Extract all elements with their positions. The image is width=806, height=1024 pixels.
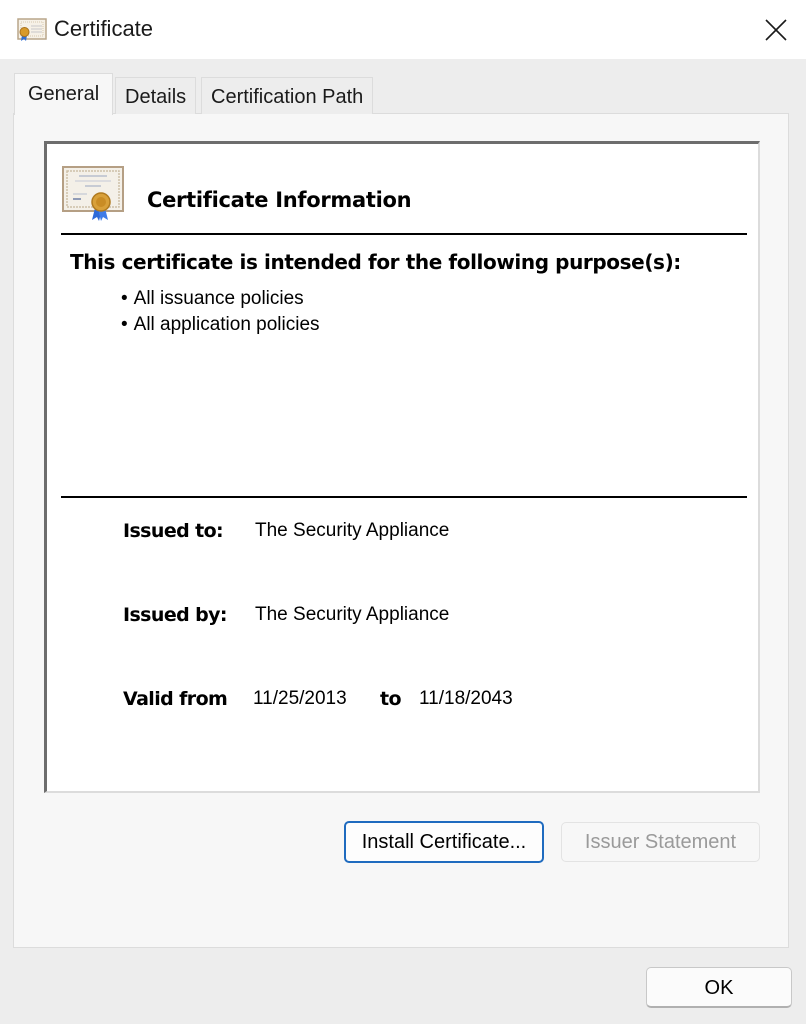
certificate-info-title: Certificate Information <box>147 188 412 212</box>
purpose-list: All issuance policies All application po… <box>121 286 320 338</box>
title-bar: Certificate <box>0 0 806 59</box>
window-title: Certificate <box>54 16 154 41</box>
tab-general[interactable]: General <box>14 73 114 115</box>
divider-top <box>61 233 747 235</box>
purpose-item: All issuance policies <box>121 286 320 312</box>
valid-to-value: 11/18/2043 <box>419 688 513 709</box>
certificate-info-box: Certificate Information This certificate… <box>44 141 760 793</box>
issuer-statement-button[interactable]: Issuer Statement <box>561 822 760 862</box>
tab-details[interactable]: Details <box>115 77 197 114</box>
tab-certification-path[interactable]: Certification Path <box>201 77 374 114</box>
close-icon <box>765 18 787 41</box>
install-certificate-button[interactable]: Install Certificate... <box>344 821 544 863</box>
purpose-item: All application policies <box>121 312 320 338</box>
valid-from-value: 11/25/2013 <box>253 688 347 709</box>
ok-button[interactable]: OK <box>646 967 792 1008</box>
issued-to-value: The Security Appliance <box>255 520 450 541</box>
valid-from-label: Valid from <box>123 688 228 710</box>
divider-bottom <box>61 496 747 498</box>
certificate-icon <box>17 18 47 42</box>
purpose-heading: This certificate is intended for the fol… <box>70 250 681 274</box>
issued-to-label: Issued to: <box>123 520 224 542</box>
certificate-icon <box>61 164 127 224</box>
close-button[interactable] <box>746 0 806 59</box>
valid-to-label: to <box>380 688 402 710</box>
issued-by-label: Issued by: <box>123 604 228 626</box>
issued-by-value: The Security Appliance <box>255 604 450 625</box>
